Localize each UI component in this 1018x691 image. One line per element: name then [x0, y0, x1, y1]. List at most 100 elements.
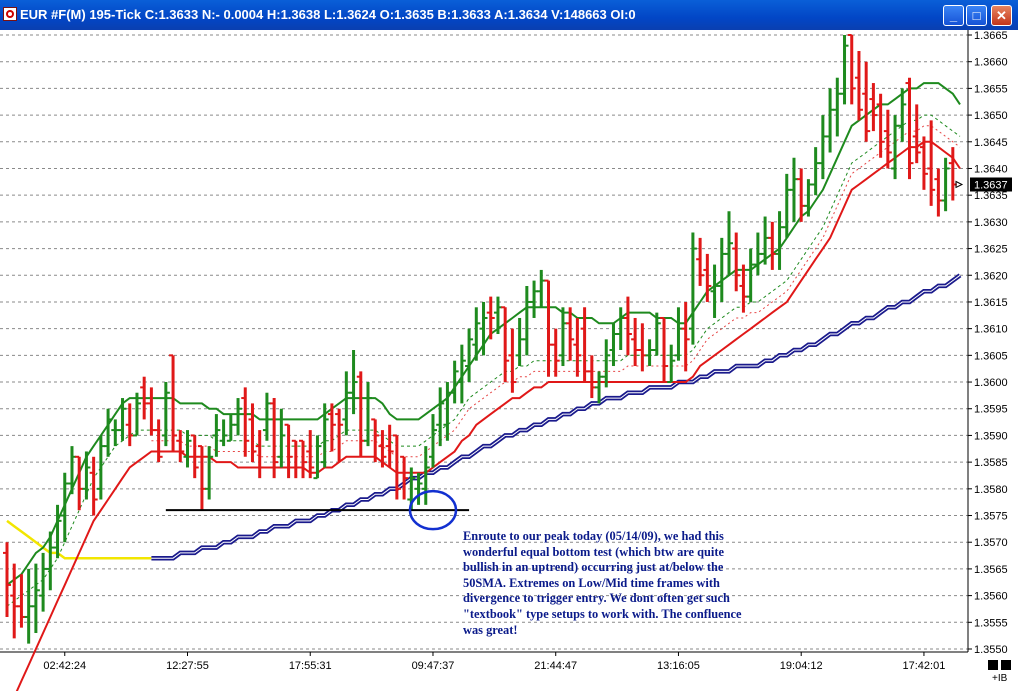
ohlc-bar — [732, 232, 741, 292]
ohlc-bar — [840, 35, 849, 105]
price-axis: 1.3665 1.3660 1.3655 1.3650 1.3645 1.3640 1.36… — [967, 30, 1008, 656]
ohlc-bar — [667, 344, 676, 384]
annotation-text: Enroute to our peak today (05/14/09), we… — [463, 529, 742, 637]
minimize-button[interactable]: _ — [943, 5, 964, 26]
ohlc-bar — [616, 307, 625, 351]
y-tick-label-0: 1.3665 — [974, 30, 1008, 42]
ohlc-bar — [847, 34, 856, 105]
ohlc-bar — [436, 387, 445, 447]
maximize-button[interactable]: □ — [966, 5, 987, 26]
ohlc-bar — [811, 147, 820, 196]
y-tick-label-15: 1.3590 — [974, 430, 1008, 442]
close-button[interactable]: ✕ — [991, 5, 1012, 26]
y-tick-label-17: 1.3580 — [974, 484, 1008, 496]
y-tick-label-2: 1.3655 — [974, 83, 1008, 95]
ohlc-bar — [176, 430, 185, 463]
ohlc-bar — [262, 392, 271, 441]
ohlc-bar — [465, 328, 474, 383]
ohlc-bar — [818, 115, 827, 180]
y-tick-label-5: 1.3640 — [974, 163, 1008, 175]
ohlc-bar — [537, 269, 546, 308]
ohlc-bar — [104, 408, 113, 457]
ohlc-bar — [833, 77, 842, 137]
corner-block-left — [988, 660, 998, 670]
ohlc-bar — [876, 93, 885, 158]
ohlc-bar — [660, 316, 669, 383]
y-tick-label-8: 1.3625 — [974, 244, 1008, 256]
ohlc-bar — [356, 371, 365, 457]
x-tick-label-1: 12:27:55 — [166, 660, 209, 672]
ohlc-bar — [826, 88, 835, 153]
ohlc-bar — [681, 301, 690, 372]
ohlc-bar — [277, 408, 286, 468]
ohlc-bar — [67, 446, 76, 495]
ohlc-bar — [652, 312, 661, 356]
x-tick-label-3: 09:47:37 — [412, 660, 455, 672]
y-tick-label-3: 1.3650 — [974, 110, 1008, 122]
y-tick-label-7: 1.3630 — [974, 217, 1008, 229]
chart-area[interactable]: 1.3665 1.3660 1.3655 1.3650 1.3645 1.3640 1.36… — [0, 30, 1018, 691]
ohlc-bar — [17, 574, 26, 628]
ohlc-bar — [782, 173, 791, 238]
ohlc-bar — [364, 382, 372, 447]
ohlc-bar — [551, 328, 560, 377]
ohlc-bar — [60, 472, 69, 543]
ohlc-bar — [645, 339, 654, 367]
ohlc-bar — [501, 306, 510, 383]
x-tick-label-2: 17:55:31 — [289, 660, 332, 672]
y-tick-label-6: 1.3635 — [974, 190, 1008, 202]
app-icon[interactable] — [3, 7, 17, 21]
ohlc-bar — [342, 371, 351, 436]
ohlc-bar — [96, 435, 105, 500]
y-tick-label-4: 1.3645 — [974, 137, 1008, 149]
y-tick-label-16: 1.3585 — [974, 457, 1008, 469]
ohlc-bar — [753, 232, 762, 276]
ohlc-bar — [385, 424, 394, 468]
ohlc-bar — [24, 568, 33, 644]
y-tick-label-11: 1.3610 — [974, 324, 1008, 336]
ohlc-bar — [522, 285, 531, 356]
corner-block-right — [1001, 660, 1011, 670]
y-tick-label-10: 1.3615 — [974, 297, 1008, 309]
ohlc-bar — [544, 279, 553, 377]
ohlc-bar — [111, 419, 120, 447]
ohlc-bar — [284, 423, 293, 479]
ohlc-bar — [862, 61, 871, 142]
ohlc-bar — [255, 430, 264, 479]
ohlc-bar — [226, 414, 235, 442]
window-title: EUR #F(M) 195-Tick C:1.3633 N:- 0.0004 H… — [20, 7, 636, 22]
y-tick-label-14: 1.3595 — [974, 404, 1008, 416]
ohlc-bar — [775, 211, 784, 270]
y-tick-label-21: 1.3560 — [974, 591, 1008, 603]
title-bar[interactable]: EUR #F(M) 195-Tick C:1.3633 N:- 0.0004 H… — [0, 0, 1018, 30]
ohlc-bar — [602, 339, 611, 388]
y-tick-label-12: 1.3605 — [974, 350, 1008, 362]
ohlc-bar — [638, 323, 647, 372]
ohlc-bar — [934, 168, 943, 217]
ohlc-bar — [854, 51, 863, 121]
ohlc-bar — [89, 456, 98, 516]
ohlc-bar — [132, 392, 141, 437]
ohlc-bar — [573, 317, 582, 377]
ohlc-bar — [725, 211, 733, 276]
ohlc-bar — [883, 109, 892, 169]
x-tick-label-6: 19:04:12 — [780, 660, 823, 672]
ohlc-bar — [746, 248, 755, 302]
ohlc-bar — [234, 398, 243, 436]
ohlc-bar — [428, 414, 437, 468]
ohlc-bar — [3, 542, 11, 617]
ohlc-bar — [515, 317, 524, 367]
ohlc-bar — [197, 445, 206, 511]
ohlc-bar — [674, 307, 683, 361]
time-axis: 02:42:24 12:27:55 17:55:31 09:47:37 21:44:47… — [0, 651, 968, 672]
ohlc-bar — [400, 455, 409, 500]
ohlc-bar — [248, 403, 257, 463]
x-tick-label-5: 13:16:05 — [657, 660, 700, 672]
ohlc-bar — [717, 237, 726, 302]
ohlc-bar — [688, 232, 697, 345]
y-tick-label-20: 1.3565 — [974, 564, 1008, 576]
y-tick-label-13: 1.3600 — [974, 377, 1008, 389]
ohlc-bar — [710, 264, 719, 318]
y-tick-label-1: 1.3660 — [974, 57, 1008, 69]
ohlc-bar — [558, 307, 567, 367]
